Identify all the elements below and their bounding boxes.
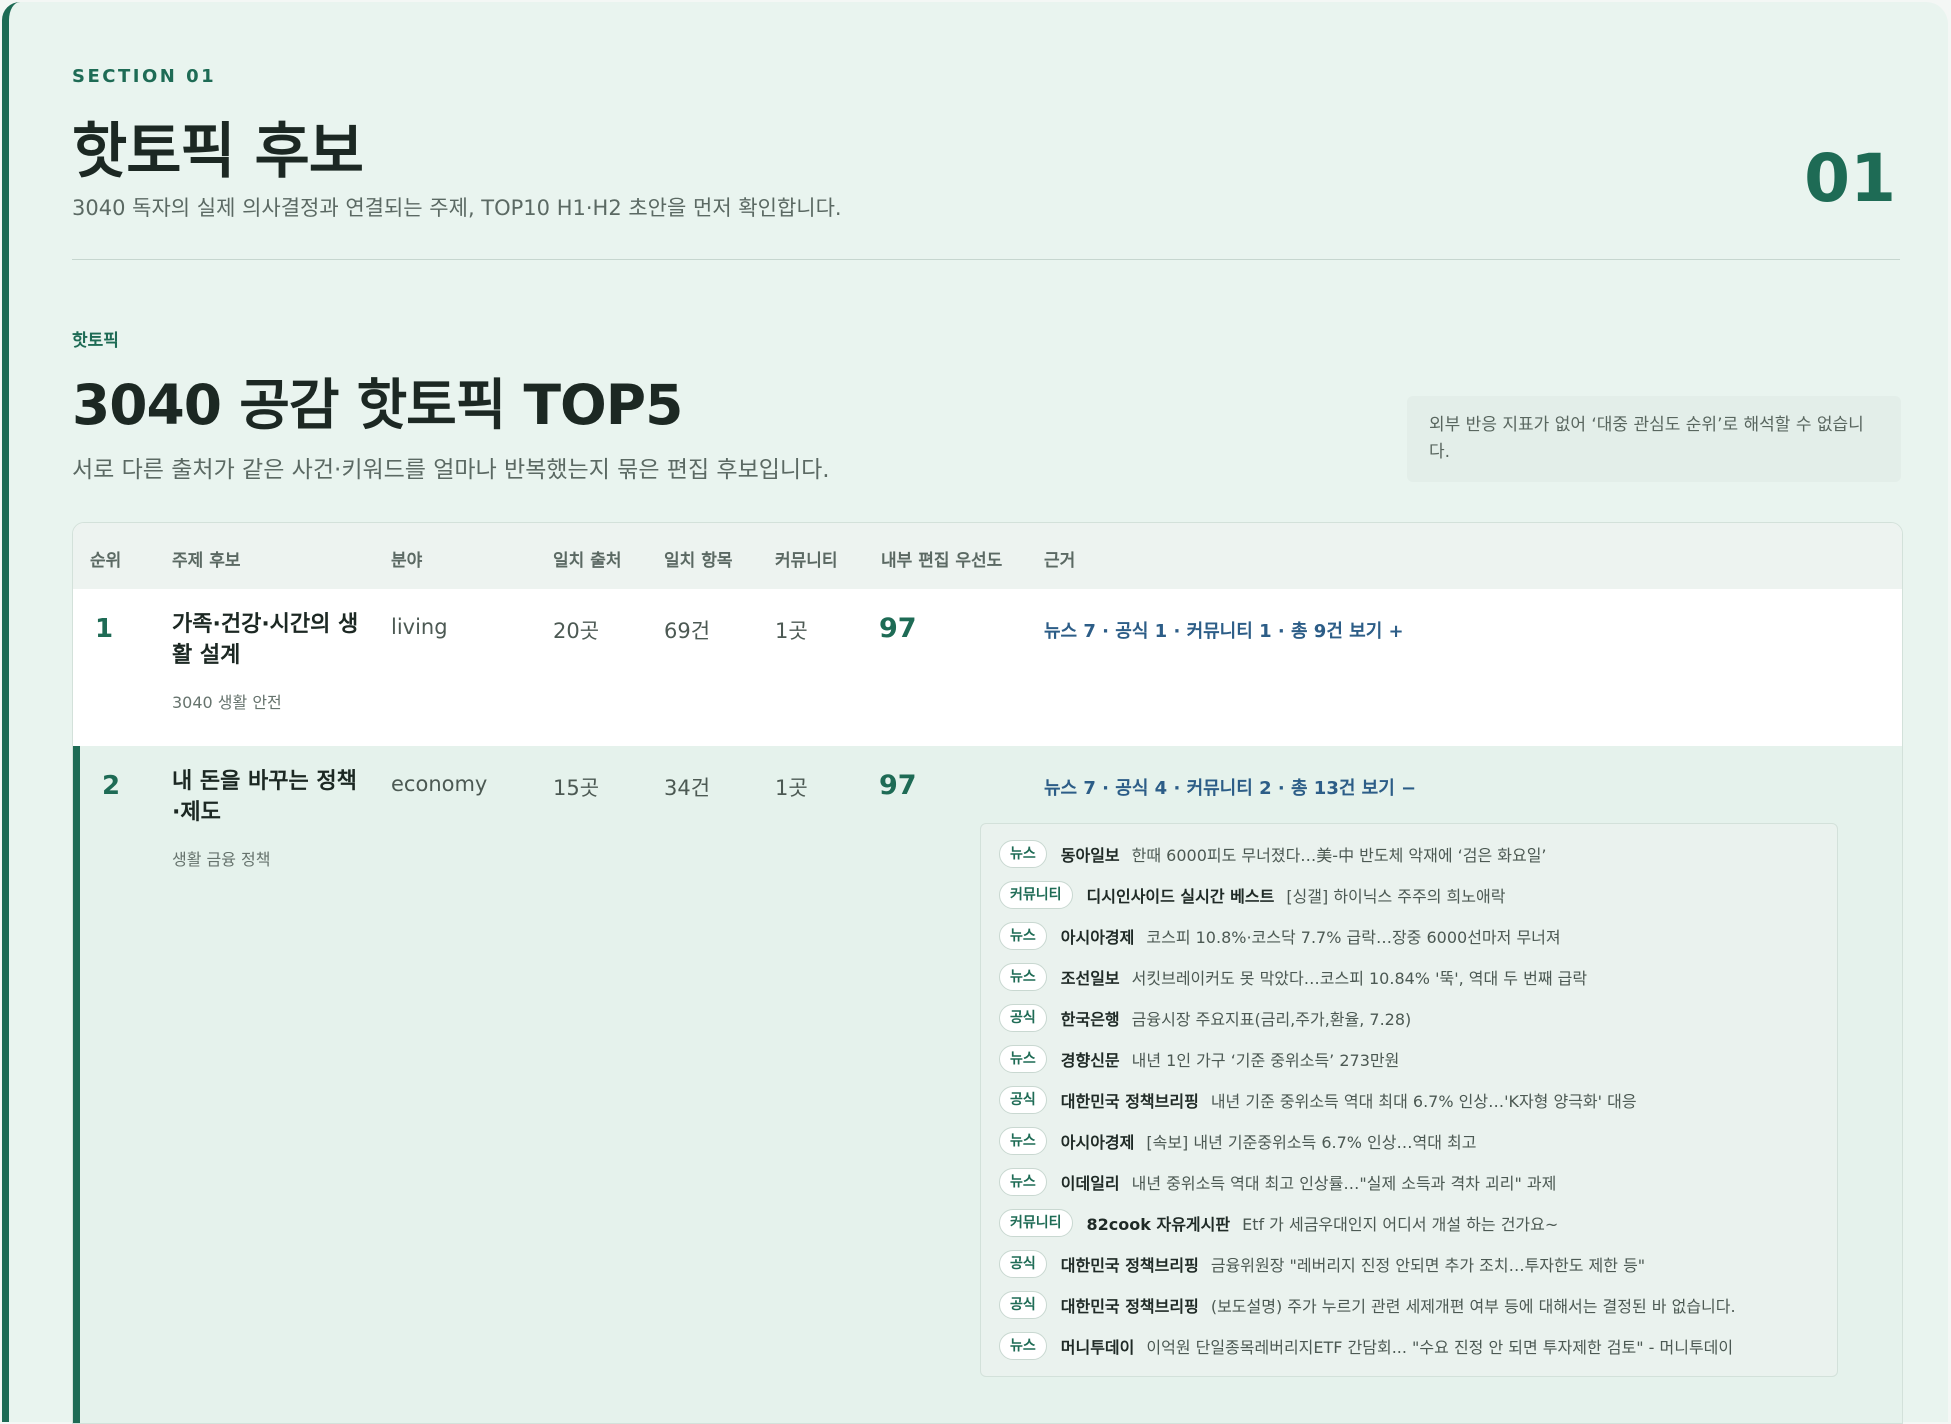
row-sources: 20곳: [553, 619, 600, 643]
source-name: 82cook 자유게시판: [1086, 1215, 1231, 1234]
header-items: 일치 항목: [664, 551, 733, 571]
evidence-item[interactable]: 커뮤니티 디시인사이드 실시간 베스트 [싱갤] 하이닉스 주주의 희노애락: [999, 880, 1505, 910]
header-priority: 내부 편집 우선도: [881, 551, 1003, 571]
row-items: 34건: [664, 776, 711, 800]
evidence-toggle-link[interactable]: 뉴스 7 · 공식 1 · 커뮤니티 1 · 총 9건 보기 +: [1044, 617, 1404, 643]
row-rank: 1: [95, 614, 114, 644]
source-title: 내년 중위소득 역대 최고 인상률…"실제 소득과 격차 괴리" 과제: [1131, 1174, 1557, 1193]
source-title: [싱갤] 하이닉스 주주의 희노애락: [1286, 887, 1506, 906]
type-badge: 뉴스: [999, 1332, 1047, 1360]
type-badge: 뉴스: [999, 840, 1047, 868]
row-priority: 97: [879, 770, 917, 801]
evidence-item[interactable]: 공식 한국은행 금융시장 주요지표(금리,주가,환율, 7.28): [999, 1003, 1411, 1033]
evidence-item[interactable]: 커뮤니티 82cook 자유게시판 Etf 가 세금우대인지 어디서 개설 하는…: [999, 1208, 1558, 1238]
source-name: 경향신문: [1060, 1051, 1120, 1070]
row-topic-subtitle: 생활 금융 정책: [172, 850, 271, 869]
header-rank: 순위: [90, 551, 122, 571]
source-name: 한국은행: [1060, 1010, 1120, 1029]
type-badge: 공식: [999, 1004, 1047, 1032]
evidence-item[interactable]: 뉴스 아시아경제 [속보] 내년 기준중위소득 6.7% 인상…역대 최고: [999, 1126, 1476, 1156]
row-items: 69건: [664, 619, 711, 643]
evidence-item[interactable]: 뉴스 이데일리 내년 중위소득 역대 최고 인상률…"실제 소득과 격차 괴리"…: [999, 1167, 1556, 1197]
type-badge: 커뮤니티: [999, 1209, 1073, 1237]
row-field: economy: [391, 772, 488, 796]
type-badge: 커뮤니티: [999, 881, 1073, 909]
source-name: 조선일보: [1060, 969, 1120, 988]
row-community: 1곳: [775, 619, 808, 643]
evidence-item[interactable]: 뉴스 머니투데이 이억원 단일종목레버리지ETF 간담회... "수요 진정 안…: [999, 1331, 1733, 1361]
row-priority: 97: [879, 613, 917, 644]
source-title: 서킷브레이커도 못 막았다…코스피 10.84% '뚝', 역대 두 번째 급락: [1131, 969, 1588, 988]
source-name: 아시아경제: [1060, 928, 1135, 947]
evidence-toggle-link[interactable]: 뉴스 7 · 공식 4 · 커뮤니티 2 · 총 13건 보기 −: [1044, 774, 1416, 800]
evidence-item[interactable]: 뉴스 동아일보 한때 6000피도 무너졌다…美-中 반도체 악재에 ‘검은 화…: [999, 839, 1547, 869]
type-badge: 뉴스: [999, 1127, 1047, 1155]
type-badge: 공식: [999, 1086, 1047, 1114]
type-badge: 뉴스: [999, 963, 1047, 991]
source-name: 아시아경제: [1060, 1133, 1135, 1152]
source-name: 대한민국 정책브리핑: [1060, 1297, 1199, 1316]
hot-label: 핫토픽: [72, 331, 119, 351]
row-topic-subtitle: 3040 생활 안전: [172, 693, 282, 712]
section-label: SECTION 01: [72, 66, 217, 87]
source-title: 이억원 단일종목레버리지ETF 간담회... "수요 진정 안 되면 투자제한 …: [1146, 1338, 1734, 1357]
source-title: (보도설명) 주가 누르기 관련 세제개편 여부 등에 대해서는 결정된 바 없…: [1210, 1297, 1736, 1316]
source-title: 금융시장 주요지표(금리,주가,환율, 7.28): [1131, 1010, 1412, 1029]
source-name: 머니투데이: [1060, 1338, 1135, 1357]
source-title: [속보] 내년 기준중위소득 6.7% 인상…역대 최고: [1146, 1133, 1477, 1152]
evidence-item[interactable]: 뉴스 조선일보 서킷브레이커도 못 막았다…코스피 10.84% '뚝', 역대…: [999, 962, 1587, 992]
header-basis: 근거: [1044, 551, 1076, 571]
evidence-item[interactable]: 공식 대한민국 정책브리핑 (보도설명) 주가 누르기 관련 세제개편 여부 등…: [999, 1290, 1736, 1320]
type-badge: 공식: [999, 1250, 1047, 1278]
type-badge: 뉴스: [999, 1168, 1047, 1196]
header-sources: 일치 출처: [553, 551, 622, 571]
header-field: 분야: [391, 551, 423, 571]
row-topic: 가족·건강·시간의 생활 설계: [172, 612, 359, 668]
evidence-item[interactable]: 공식 대한민국 정책브리핑 금융위원장 "레버리지 진정 안되면 추가 조치…투…: [999, 1249, 1645, 1279]
disclaimer-note: 외부 반응 지표가 없어 ‘대중 관심도 순위’로 해석할 수 없습니다.: [1407, 396, 1901, 482]
source-name: 대한민국 정책브리핑: [1060, 1256, 1199, 1275]
source-name: 동아일보: [1060, 846, 1120, 865]
source-title: 금융위원장 "레버리지 진정 안되면 추가 조치…투자한도 제한 등": [1210, 1256, 1646, 1275]
hot-title: 3040 공감 핫토픽 TOP5: [72, 373, 683, 437]
evidence-item[interactable]: 뉴스 경향신문 내년 1인 가구 ‘기준 중위소득’ 273만원: [999, 1044, 1399, 1074]
table-header: 순위 주제 후보 분야 일치 출처 일치 항목 커뮤니티 내부 편집 우선도 근…: [73, 523, 1902, 590]
evidence-item[interactable]: 공식 대한민국 정책브리핑 내년 기준 중위소득 역대 최대 6.7% 인상…'…: [999, 1085, 1637, 1115]
source-title: 내년 기준 중위소득 역대 최대 6.7% 인상…'K자형 양극화' 대응: [1210, 1092, 1637, 1111]
table-row: 1 가족·건강·시간의 생활 설계 3040 생활 안전 living 20곳 …: [73, 589, 1902, 747]
type-badge: 뉴스: [999, 1045, 1047, 1073]
row-topic: 내 돈을 바꾸는 정책·제도: [172, 769, 357, 825]
row-sources: 15곳: [553, 776, 600, 800]
source-title: 내년 1인 가구 ‘기준 중위소득’ 273만원: [1131, 1051, 1400, 1070]
section-number: 01: [1804, 140, 1896, 217]
row-field: living: [391, 615, 448, 639]
section-title: 핫토픽 후보: [72, 117, 364, 187]
section-panel: SECTION 01 핫토픽 후보 3040 독자의 실제 의사결정과 연결되는…: [2, 2, 1948, 1424]
source-title: 한때 6000피도 무너졌다…美-中 반도체 악재에 ‘검은 화요일’: [1131, 846, 1547, 865]
section-description: 3040 독자의 실제 의사결정과 연결되는 주제, TOP10 H1·H2 초…: [72, 196, 842, 220]
source-name: 이데일리: [1060, 1174, 1120, 1193]
row-rank: 2: [102, 771, 121, 801]
row-community: 1곳: [775, 776, 808, 800]
header-topic: 주제 후보: [172, 551, 241, 571]
divider: [72, 259, 1900, 260]
source-title: 코스피 10.8%·코스닥 7.7% 급락…장중 6000선마저 무너져: [1146, 928, 1561, 947]
evidence-list: 뉴스 동아일보 한때 6000피도 무너졌다…美-中 반도체 악재에 ‘검은 화…: [980, 823, 1838, 1377]
type-badge: 뉴스: [999, 922, 1047, 950]
hot-description: 서로 다른 출처가 같은 사건·키워드를 얼마나 반복했는지 묶은 편집 후보입…: [72, 457, 830, 483]
source-name: 대한민국 정책브리핑: [1060, 1092, 1199, 1111]
source-title: Etf 가 세금우대인지 어디서 개설 하는 건가요~: [1242, 1215, 1559, 1234]
header-community: 커뮤니티: [775, 551, 838, 571]
source-name: 디시인사이드 실시간 베스트: [1086, 887, 1275, 906]
type-badge: 공식: [999, 1291, 1047, 1319]
evidence-item[interactable]: 뉴스 아시아경제 코스피 10.8%·코스닥 7.7% 급락…장중 6000선마…: [999, 921, 1561, 951]
